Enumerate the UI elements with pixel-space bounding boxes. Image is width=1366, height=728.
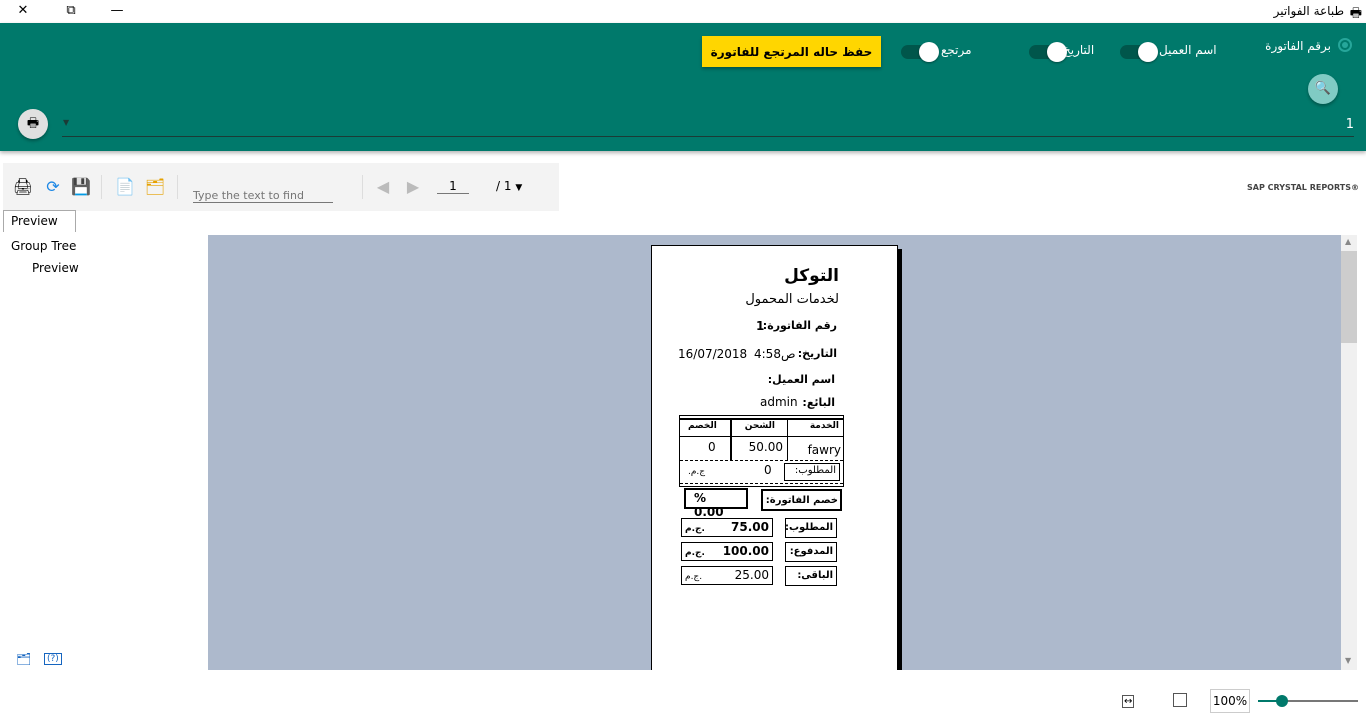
copy-icon[interactable]: 📄 — [113, 177, 137, 199]
previous-page-icon[interactable]: ◀ — [371, 177, 395, 199]
group-tree-toggle-icon[interactable]: 🗂 — [16, 652, 31, 666]
paid-label: المدفوع: — [785, 542, 837, 562]
column-header-discount: الخصم — [688, 421, 717, 431]
group-tree-root[interactable]: Group Tree — [11, 239, 76, 253]
currency: ج.م. — [685, 572, 703, 582]
radio-label: برقم الفاتورة — [1265, 39, 1331, 53]
required-label: المطلوب: — [785, 518, 837, 538]
save-return-button[interactable]: حفظ حاله المرتجع للفاتورة — [702, 36, 881, 67]
invoice-label: رقم الفاتورة: — [762, 319, 837, 332]
seller-label: البائع: — [802, 396, 835, 409]
fit-width-icon[interactable]: ↔ — [1122, 695, 1135, 708]
separator — [177, 175, 178, 199]
find-text-input[interactable] — [193, 189, 333, 203]
seller: admin — [760, 395, 798, 409]
column-header-service: الخدمة — [809, 421, 839, 431]
currency: ج.م. — [688, 467, 706, 477]
zoom-slider-handle[interactable] — [1276, 695, 1288, 707]
toggle-label-customer: اسم العميل — [1159, 43, 1217, 57]
search-input[interactable]: 1 — [1346, 117, 1354, 132]
invoice-number: 1 — [756, 319, 765, 333]
date-toggle[interactable] — [1029, 42, 1067, 62]
cell-discount: 0 — [708, 440, 716, 454]
toggle-label-date: التاريخ — [1063, 43, 1095, 57]
invoice-discount-label: خصم الفاتورة: — [761, 489, 842, 511]
window-title: طباعة الفواتير — [1273, 4, 1344, 18]
separator — [362, 175, 363, 199]
time: ص4:58 — [754, 347, 796, 361]
chevron-down-icon: ▼ — [515, 183, 523, 193]
print-button[interactable]: 🖶 — [18, 109, 48, 139]
currency: ج.م. — [685, 548, 705, 558]
currency: ج.م. — [685, 524, 705, 534]
page-number-input[interactable]: 1 — [437, 179, 469, 194]
subtotal-label: المطلوب: — [784, 463, 840, 481]
cell-charge: 50.00 — [748, 440, 783, 454]
group-tree-icon[interactable]: 🗂 — [143, 177, 167, 199]
scrollbar-thumb[interactable] — [1341, 251, 1357, 343]
search-button[interactable]: 🔍 — [1308, 74, 1338, 104]
paid-value: 100.00 — [722, 544, 769, 558]
return-toggle[interactable] — [901, 42, 939, 62]
next-page-icon[interactable]: ▶ — [401, 177, 425, 199]
search-underline — [62, 136, 1354, 137]
report-toolbar: 🖨 ⟳ 💾 📄 🗂 ◀ ▶ 1 / 1 ▼ — [3, 163, 559, 211]
date: 16/07/2018 — [678, 347, 748, 361]
percent-sign: % — [694, 491, 707, 505]
remaining-box: ج.م. 25.00 — [681, 566, 773, 585]
report-page: التوكل لخدمات المحمول رقم الفاتورة: 1 ال… — [651, 245, 898, 670]
search-icon: 🔍 — [1314, 81, 1332, 96]
separator — [101, 175, 102, 199]
chevron-down-icon[interactable]: ▼ — [63, 118, 69, 127]
customer-label: اسم العميل: — [767, 373, 835, 386]
cell-service: fawry — [807, 443, 841, 457]
column-header-charge: الشحن — [744, 421, 775, 431]
title-bar: ✕ ⧉ — طباعة الفواتير 🖶 — [0, 0, 1366, 23]
close-button[interactable]: ✕ — [8, 2, 38, 20]
printer-icon: 🖶 — [26, 116, 40, 131]
tab-preview[interactable]: Preview — [3, 210, 76, 232]
scroll-up-icon[interactable]: ▲ — [1345, 237, 1351, 246]
search-header: برقم الفاتورة اسم العميل التاريخ مرتجع ح… — [0, 23, 1366, 151]
scroll-down-icon[interactable]: ▼ — [1345, 656, 1351, 665]
refresh-icon[interactable]: ⟳ — [41, 177, 65, 199]
items-table: الخدمة الشحن الخصم fawry 50.00 0 المطلوب… — [679, 415, 844, 487]
fit-page-icon[interactable] — [1173, 693, 1187, 707]
remaining-value: 25.00 — [734, 568, 769, 582]
customer-toggle[interactable] — [1120, 42, 1158, 62]
remaining-label: الباقى: — [785, 566, 837, 586]
paid-box: ج.م. 100.00 — [681, 542, 773, 561]
print-report-icon[interactable]: 🖨 — [11, 177, 35, 199]
required-box: ج.م. 75.00 — [681, 518, 773, 537]
date-label: التاريخ: — [797, 347, 837, 360]
invoice-discount-value: 0.00 — [694, 505, 724, 519]
toggle-label-return: مرتجع — [941, 43, 972, 57]
invoice-number-radio[interactable] — [1338, 38, 1352, 52]
page-total[interactable]: / 1 ▼ — [496, 179, 522, 193]
zoom-input[interactable]: 100% — [1210, 689, 1250, 713]
report-viewer: التوكل لخدمات المحمول رقم الفاتورة: 1 ال… — [208, 235, 1341, 670]
export-icon[interactable]: 💾 — [69, 177, 93, 199]
page-total-label: / 1 — [496, 179, 512, 193]
group-tree-item-preview[interactable]: Preview — [32, 261, 79, 275]
parameters-icon[interactable]: (?) — [44, 653, 62, 665]
invoice-discount-box: % 0.00 — [684, 488, 748, 519]
restore-button[interactable]: ⧉ — [56, 2, 86, 20]
shop-subtitle: لخدمات المحمول — [745, 292, 839, 307]
shop-name: التوكل — [784, 266, 839, 286]
required-value: 75.00 — [731, 520, 769, 534]
subtotal-value: 0 — [764, 463, 772, 477]
minimize-button[interactable]: — — [102, 2, 132, 20]
sap-logo: SAP CRYSTAL REPORTS® — [1247, 183, 1359, 192]
